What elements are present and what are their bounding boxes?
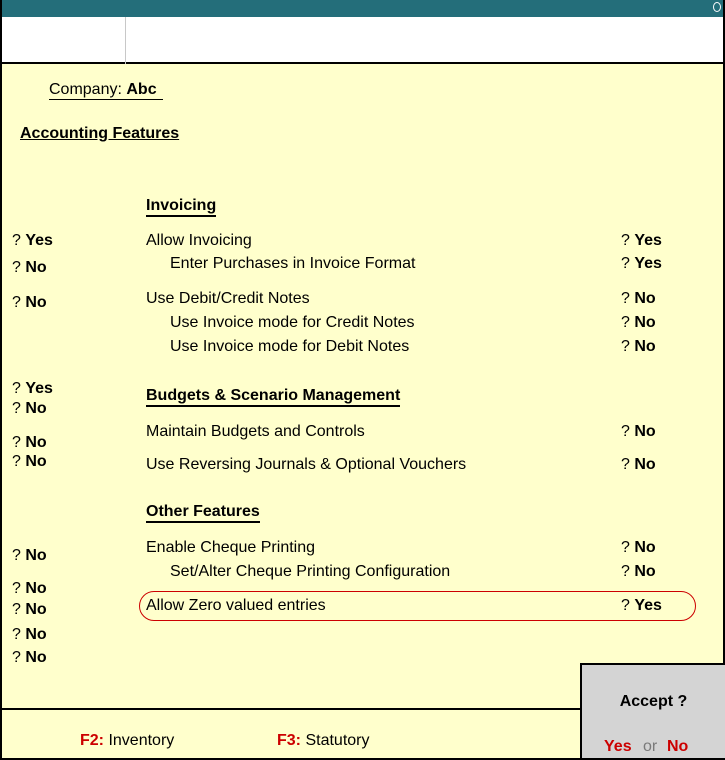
feature-cheque-config[interactable]: Set/Alter Cheque Printing Configuration	[170, 562, 450, 582]
left-value: ? No	[12, 453, 47, 470]
left-value: ? No	[12, 294, 47, 311]
value-cheque-config[interactable]: ? No	[621, 562, 656, 582]
left-value: ? Yes	[12, 380, 53, 397]
f2-key: F2:	[80, 732, 104, 749]
feature-debit-credit-notes[interactable]: Use Debit/Credit Notes	[146, 289, 310, 309]
page-title: Accounting Features	[20, 125, 180, 142]
value-reversing-journals[interactable]: ? No	[621, 455, 656, 475]
f3-key: F3:	[277, 732, 301, 749]
value-maintain-budgets[interactable]: ? No	[621, 422, 656, 442]
section-title-other: Other Features	[146, 502, 260, 523]
value-allow-invoicing[interactable]: ? Yes	[621, 231, 662, 251]
left-value: ? No	[12, 400, 47, 417]
feature-maintain-budgets[interactable]: Maintain Budgets and Controls	[146, 422, 365, 442]
left-value: ? No	[12, 434, 47, 451]
left-value: ? No	[12, 626, 47, 643]
accept-title: Accept ?	[619, 693, 688, 710]
left-value: ? No	[12, 547, 47, 564]
value-cheque-printing[interactable]: ? No	[621, 538, 656, 558]
f2-inventory-button[interactable]: F2: Inventory	[80, 731, 174, 751]
feature-allow-invoicing[interactable]: Allow Invoicing	[146, 231, 252, 251]
left-value: ? No	[12, 580, 47, 597]
left-value: ? No	[12, 259, 47, 276]
value-invoice-mode-credit[interactable]: ? No	[621, 313, 656, 333]
value-debit-credit-notes[interactable]: ? No	[621, 289, 656, 309]
divider	[125, 17, 126, 64]
left-value: ? No	[12, 649, 47, 666]
feature-invoice-mode-debit[interactable]: Use Invoice mode for Debit Notes	[170, 337, 409, 357]
value-zero-valued-entries[interactable]: ? Yes	[621, 596, 662, 616]
company-line: Company: Abc	[49, 80, 163, 100]
accept-or-text: or	[643, 738, 658, 755]
feature-zero-valued-entries[interactable]: Allow Zero valued entries	[146, 596, 326, 616]
f3-statutory-button[interactable]: F3: Statutory	[277, 731, 369, 751]
company-label: Company:	[49, 81, 122, 98]
f3-label: Statutory	[305, 732, 370, 749]
section-title-invoicing: Invoicing	[146, 196, 217, 217]
title-bar	[2, 0, 723, 17]
value-enter-purchases-invoice[interactable]: ? Yes	[621, 254, 662, 274]
window-control-icon[interactable]	[713, 2, 721, 12]
accept-yes-button[interactable]: Yes	[604, 737, 632, 757]
feature-cheque-printing[interactable]: Enable Cheque Printing	[146, 538, 315, 558]
feature-invoice-mode-credit[interactable]: Use Invoice mode for Credit Notes	[170, 313, 415, 333]
gateway-window: Company: Abc Accounting Features ? Yes ?…	[0, 0, 725, 760]
company-name: Abc	[126, 81, 157, 98]
feature-enter-purchases-invoice[interactable]: Enter Purchases in Invoice Format	[170, 254, 415, 274]
left-value: ? No	[12, 601, 47, 618]
button-bar	[2, 17, 723, 64]
value-invoice-mode-debit[interactable]: ? No	[621, 337, 656, 357]
accept-dialog: Accept ? Yes or No	[580, 663, 725, 760]
section-title-budgets: Budgets & Scenario Management	[146, 386, 401, 407]
feature-reversing-journals[interactable]: Use Reversing Journals & Optional Vouche…	[146, 455, 466, 475]
left-value: ? Yes	[12, 232, 53, 249]
accept-no-button[interactable]: No	[667, 737, 688, 757]
f2-label: Inventory	[108, 732, 175, 749]
footer-divider	[2, 708, 582, 710]
